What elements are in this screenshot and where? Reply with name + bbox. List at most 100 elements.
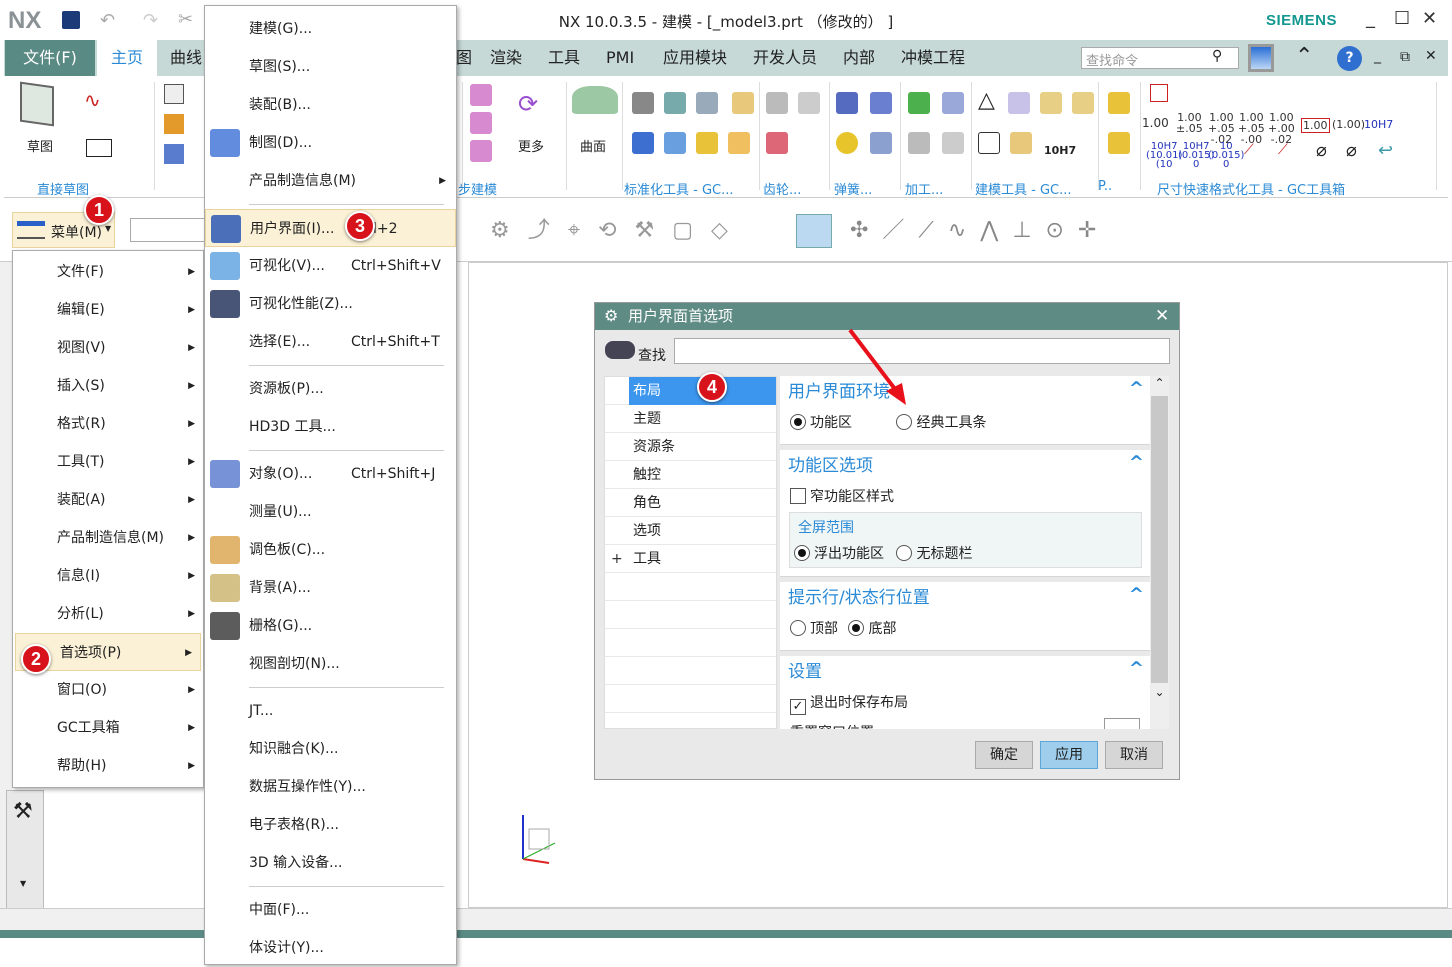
narrow-ribbon-checkbox[interactable]: 窄功能区样式	[780, 482, 1150, 512]
tab-developer[interactable]: 开发人员	[749, 40, 821, 76]
tool-icon[interactable]	[696, 92, 718, 114]
radio-ribbon[interactable]: 功能区	[790, 414, 852, 431]
tool-icon[interactable]	[632, 92, 654, 114]
spring-icon[interactable]	[870, 132, 892, 154]
dimension-format[interactable]: 1.00 +.00 -.02	[1268, 112, 1295, 145]
tab-curve[interactable]: 曲线	[166, 40, 206, 76]
surface-label[interactable]: 曲面	[580, 136, 606, 155]
surface-icon[interactable]	[572, 86, 618, 114]
machining-icon[interactable]	[942, 92, 964, 114]
hole-icon[interactable]	[164, 144, 184, 164]
collapse-icon[interactable]: ^	[1129, 378, 1144, 399]
submenu-item[interactable]: 体设计(Y)...	[205, 929, 456, 967]
diameter-icon[interactable]: ⌀	[1316, 140, 1327, 161]
spring-icon[interactable]	[836, 92, 858, 114]
dimension-format[interactable]: 1.00 ±.05	[1176, 112, 1203, 134]
collapse-ribbon-icon[interactable]: ⌃	[1295, 44, 1313, 69]
plane-icon[interactable]	[164, 84, 184, 104]
gear-tool-icon[interactable]	[766, 132, 788, 154]
scrollbar-thumb[interactable]	[1151, 396, 1168, 683]
submenu-item[interactable]: 用户界面(I)... Ctrl+2	[205, 209, 456, 247]
tab-file[interactable]: 文件(F)	[5, 40, 95, 76]
feature-icon[interactable]	[470, 84, 492, 106]
spring-icon[interactable]	[870, 92, 892, 114]
machining-icon[interactable]	[908, 132, 930, 154]
radio-float-ribbon[interactable]: 浮出功能区	[794, 545, 884, 562]
tab-die-engineering[interactable]: 冲模工程	[897, 40, 969, 76]
tree-item[interactable]: 角色	[605, 489, 776, 517]
tab-render[interactable]: 渲染	[486, 40, 526, 76]
submenu-item[interactable]: 制图(D)...	[205, 124, 456, 162]
submenu-item[interactable]: 草图(S)...	[205, 48, 456, 86]
radio-top[interactable]: 顶部	[790, 620, 838, 637]
rectangle-icon[interactable]	[86, 139, 112, 157]
help-icon[interactable]: ?	[1337, 46, 1362, 71]
submenu-item[interactable]: 装配(B)...	[205, 86, 456, 124]
menu-item[interactable]: 插入(S) ▶	[13, 367, 203, 405]
tab-pmi[interactable]: PMI	[602, 40, 638, 76]
gear-tool-icon[interactable]	[766, 92, 788, 114]
section-title[interactable]: 提示行/状态行位置	[780, 582, 1150, 614]
submenu-item[interactable]: 知识融合(K)...	[205, 730, 456, 768]
ribbon-restore-icon[interactable]: ⧉	[1400, 49, 1410, 65]
menu-item[interactable]: 编辑(E) ▶	[13, 291, 203, 329]
submenu-item[interactable]: 3D 输入设备...	[205, 844, 456, 882]
tab-internal[interactable]: 内部	[839, 40, 879, 76]
scroll-up-icon[interactable]: ⌃	[1150, 376, 1169, 394]
menu-item[interactable]: 工具(T) ▶	[13, 443, 203, 481]
menu-item[interactable]: 产品制造信息(M) ▶	[13, 519, 203, 557]
dimension-format[interactable]: 1.00	[1301, 118, 1330, 133]
expand-icon[interactable]: +	[611, 545, 623, 573]
submenu-item[interactable]: HD3D 工具...	[205, 408, 456, 446]
more-label[interactable]: 更多	[518, 136, 544, 155]
folder-icon[interactable]	[1040, 92, 1062, 114]
submenu-item[interactable]: 可视化性能(Z)...	[205, 285, 456, 323]
menu-item[interactable]: GC工具箱 ▶	[13, 709, 203, 747]
fullscreen-icon[interactable]	[1248, 44, 1274, 72]
table-icon[interactable]	[1008, 92, 1030, 114]
menu-item[interactable]: 帮助(H) ▶	[13, 747, 203, 785]
tree-item[interactable]: 触控	[605, 461, 776, 489]
triangle-icon[interactable]: △	[978, 88, 995, 113]
submenu-item[interactable]: 测量(U)...	[205, 493, 456, 531]
submenu-item[interactable]: 建模(G)...	[205, 10, 456, 48]
section-title[interactable]: 功能区选项	[780, 450, 1150, 482]
submenu-item[interactable]: 视图剖切(N)...	[205, 645, 456, 683]
machining-icon[interactable]	[942, 132, 964, 154]
folder-icon[interactable]	[1072, 92, 1094, 114]
collapse-icon[interactable]: ^	[1129, 452, 1144, 473]
resource-tab[interactable]: ⚒ ▼	[6, 790, 44, 910]
save-layout-checkbox[interactable]: ✓ 退出时保存布局	[780, 688, 1150, 718]
reset-window-button[interactable]	[1104, 718, 1140, 729]
tool-icon[interactable]	[728, 132, 750, 154]
submenu-item[interactable]: 调色板(C)...	[205, 531, 456, 569]
view-cube-icon[interactable]	[796, 214, 832, 248]
radius-icon[interactable]: ⟋	[1244, 142, 1254, 158]
tree-item[interactable]: 布局	[605, 377, 776, 405]
ok-button[interactable]: 确定	[975, 741, 1033, 769]
sketch-icon[interactable]	[20, 81, 54, 127]
section-title[interactable]: 设置	[780, 656, 1150, 688]
panel-scrollbar[interactable]: ⌃ ⌄	[1150, 376, 1169, 729]
submenu-item[interactable]: 栅格(G)...	[205, 607, 456, 645]
radio-bottom[interactable]: 底部	[848, 620, 896, 637]
submenu-item[interactable]: 选择(E)... Ctrl+Shift+T	[205, 323, 456, 361]
search-icon[interactable]: ⚲	[1212, 48, 1222, 64]
tab-home[interactable]: 主页	[97, 40, 157, 76]
cancel-button[interactable]: 取消	[1105, 741, 1163, 769]
radio-no-titlebar[interactable]: 无标题栏	[896, 545, 972, 562]
submenu-item[interactable]: 电子表格(R)...	[205, 806, 456, 844]
submenu-item[interactable]: 可视化(V)... Ctrl+Shift+V	[205, 247, 456, 285]
menu-item[interactable]: 分析(L) ▶	[13, 595, 203, 633]
sketch-label[interactable]: 草图	[27, 136, 53, 155]
scroll-down-icon[interactable]: ⌄	[1150, 685, 1169, 699]
tolerance-label[interactable]: 10H7	[1044, 144, 1076, 157]
dimension-format[interactable]: 1.00 +.05 -.00	[1238, 112, 1265, 145]
collapse-icon[interactable]: ^	[1129, 584, 1144, 605]
type-filter-input[interactable]	[130, 218, 205, 242]
dialog-search-input[interactable]	[674, 338, 1170, 364]
collapse-icon[interactable]: ^	[1129, 658, 1144, 679]
tree-item[interactable]: + 工具	[605, 545, 776, 573]
gear-tool-icon[interactable]	[798, 92, 820, 114]
diameter-icon[interactable]: ⌀	[1346, 140, 1357, 161]
